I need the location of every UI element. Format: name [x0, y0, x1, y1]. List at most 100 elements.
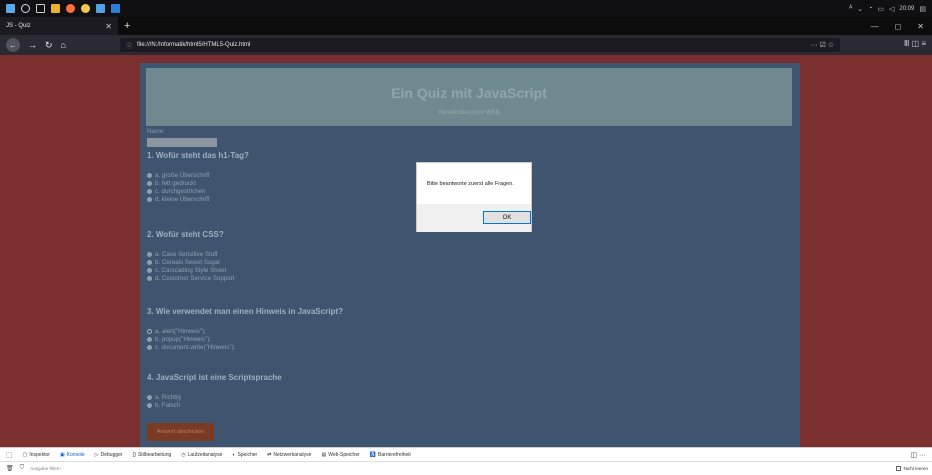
windows-taskbar: ᴬ ⌄ ◔ ▭ ◁ 20:09 ▤	[0, 0, 932, 17]
header-banner: Ein Quiz mit JavaScript Reisekosten.com …	[146, 68, 792, 126]
reload-icon[interactable]: ↻	[45, 40, 53, 51]
radio-button[interactable]	[147, 259, 152, 265]
radio-button-selected[interactable]	[147, 328, 152, 334]
navigation-bar: ← → ↻ ⌂ ⓘ file:///N:/Informatik/html5/HT…	[0, 35, 932, 55]
people-icon[interactable]: ᴬ	[849, 5, 852, 12]
option-3b[interactable]: b. popup("Hinweis");	[147, 335, 343, 343]
firefox-icon[interactable]	[66, 4, 75, 13]
filter-input[interactable]: Ausgabe filtern	[30, 466, 61, 471]
forward-icon[interactable]: →	[28, 40, 37, 50]
notification-icon[interactable]: ▤	[919, 5, 926, 13]
chevron-up-icon[interactable]: ⌄	[857, 5, 863, 13]
radio-button[interactable]	[147, 188, 152, 194]
option-2b[interactable]: b. Cereals Sweet Sugar	[147, 258, 234, 266]
tab-bar: JS - Quiz ✕ + — ◻ ✕	[0, 17, 932, 35]
question-2: 2. Wofür steht CSS? a. Case Sensitive St…	[147, 230, 234, 282]
clock[interactable]: 20:09	[899, 6, 914, 12]
option-1d[interactable]: d. kleine Überschrift	[147, 195, 249, 203]
question-1: 1. Wofür steht das h1-Tag? a. große Über…	[147, 151, 249, 203]
question-title: 3. Wie verwendet man einen Hinweis in Ja…	[147, 307, 343, 316]
chrome-icon[interactable]	[81, 4, 90, 13]
new-tab-icon[interactable]: +	[124, 20, 130, 32]
radio-button[interactable]	[147, 180, 152, 186]
submit-answer-button[interactable]: Antwort abschicken	[147, 423, 214, 441]
option-2d[interactable]: d. Customer Service Support	[147, 274, 234, 282]
checkbox[interactable]	[896, 466, 902, 471]
option-3c[interactable]: c. document.write("Hinweis");	[147, 343, 343, 351]
option-3a[interactable]: a. alert("Hinweis");	[147, 327, 343, 335]
system-tray: ᴬ ⌄ ◔ ▭ ◁ 20:09 ▤	[849, 5, 932, 13]
minimize-icon[interactable]: —	[871, 22, 879, 31]
option-1c[interactable]: c. durchgestrichen	[147, 187, 249, 195]
tab-title: JS - Quiz	[6, 23, 31, 29]
search-icon[interactable]	[21, 4, 30, 13]
question-4: 4. JavaScript ist eine Scriptsprache a. …	[147, 373, 282, 409]
url-text[interactable]: file:///N:/Informatik/html5/HTML5-Quiz.h…	[137, 42, 250, 48]
tab-console[interactable]: ▣ Konsole	[60, 452, 85, 458]
toolbar-right[interactable]: Ⅲ ◫ ≡	[904, 39, 926, 48]
radio-button[interactable]	[147, 251, 152, 257]
task-view-icon[interactable]	[36, 4, 45, 13]
tab-storage[interactable]: ▤ Web-Speicher	[321, 452, 359, 458]
back-icon[interactable]: ←	[6, 38, 20, 52]
tab-style-editor[interactable]: {} Stilbearbeitung	[133, 452, 172, 458]
radio-button[interactable]	[147, 275, 152, 281]
alert-footer: OK	[417, 204, 531, 232]
radio-button[interactable]	[147, 267, 152, 273]
maximize-icon[interactable]: ◻	[895, 22, 902, 31]
radio-button[interactable]	[147, 344, 152, 350]
file-explorer-icon[interactable]	[51, 4, 60, 13]
ok-button[interactable]: OK	[483, 211, 531, 224]
option-2c[interactable]: c. Carscading Style Sheet	[147, 266, 234, 274]
page-viewport: Ein Quiz mit JavaScript Reisekosten.com …	[0, 55, 932, 447]
tab-performance[interactable]: ◷ Laufzeitanalyse	[181, 452, 222, 458]
network-icon[interactable]: ◔	[868, 5, 872, 12]
home-icon[interactable]: ⌂	[61, 40, 66, 50]
battery-icon[interactable]: ▭	[877, 5, 884, 13]
option-1a[interactable]: a. große Überschrift	[147, 171, 249, 179]
close-tab-icon[interactable]: ✕	[105, 22, 112, 31]
question-title: 1. Wofür steht das h1-Tag?	[147, 151, 249, 160]
radio-button[interactable]	[147, 394, 152, 400]
question-3: 3. Wie verwendet man einen Hinweis in Ja…	[147, 307, 343, 351]
tab-inspector[interactable]: ▢ Inspektor	[23, 452, 50, 458]
radio-button[interactable]	[147, 402, 152, 408]
alert-dialog: Bitte beantworte zuerst alle Fragen. OK	[416, 162, 532, 232]
window-controls: — ◻ ✕	[871, 22, 932, 31]
url-bar[interactable]: ⓘ file:///N:/Informatik/html5/HTML5-Quiz…	[120, 38, 840, 52]
alert-message: Bitte beantworte zuerst alle Fragen.	[427, 181, 514, 187]
radio-button[interactable]	[147, 196, 152, 202]
radio-button[interactable]	[147, 336, 152, 342]
option-2a[interactable]: a. Case Sensitive Stuff	[147, 250, 234, 258]
persist-logs-checkbox[interactable]: Nicht leeren	[896, 466, 932, 471]
tab-debugger[interactable]: ▷ Debugger	[95, 452, 123, 458]
question-title: 4. JavaScript ist eine Scriptsprache	[147, 373, 282, 382]
volume-icon[interactable]: ◁	[889, 5, 894, 13]
app-icon[interactable]	[111, 4, 120, 13]
trash-icon[interactable]: 🗑	[6, 465, 14, 472]
name-label: Name:	[147, 129, 165, 135]
tab-memory[interactable]: ◐ Speicher	[232, 452, 257, 458]
devtools-options-icon[interactable]: ◫ ···	[910, 451, 932, 459]
page-subtitle: Reisekosten.com WEB	[438, 110, 500, 116]
info-icon[interactable]: ⓘ	[126, 41, 132, 50]
option-4a[interactable]: a. Richtig	[147, 393, 282, 401]
radio-button[interactable]	[147, 172, 152, 178]
quiz-container: Ein Quiz mit JavaScript Reisekosten.com …	[140, 63, 800, 447]
question-title: 2. Wofür steht CSS?	[147, 230, 224, 239]
tab-network[interactable]: ⇄ Netzwerkanalyse	[267, 452, 311, 458]
page-actions[interactable]: ··· ☑ ☆	[811, 41, 834, 49]
devtools-panel: ⬚ ▢ Inspektor ▣ Konsole ▷ Debugger {} Stilbe…	[0, 447, 932, 475]
windows-start-icon[interactable]	[6, 4, 15, 13]
tab-accessibility[interactable]: ♿ Barrierefreiheit	[370, 452, 411, 458]
filter-icon[interactable]: ⛉	[20, 465, 25, 472]
name-input[interactable]	[147, 138, 217, 147]
option-1b[interactable]: b. fett gedruckt	[147, 179, 249, 187]
option-4b[interactable]: b. Falsch	[147, 401, 282, 409]
pick-element-icon[interactable]: ⬚	[6, 451, 13, 459]
devtools-tabs: ⬚ ▢ Inspektor ▣ Konsole ▷ Debugger {} Stilbe…	[0, 448, 932, 462]
close-window-icon[interactable]: ✕	[917, 22, 924, 31]
store-icon[interactable]	[96, 4, 105, 13]
page-title: Ein Quiz mit JavaScript	[391, 85, 547, 101]
tab-js-quiz[interactable]: JS - Quiz ✕	[0, 17, 118, 35]
